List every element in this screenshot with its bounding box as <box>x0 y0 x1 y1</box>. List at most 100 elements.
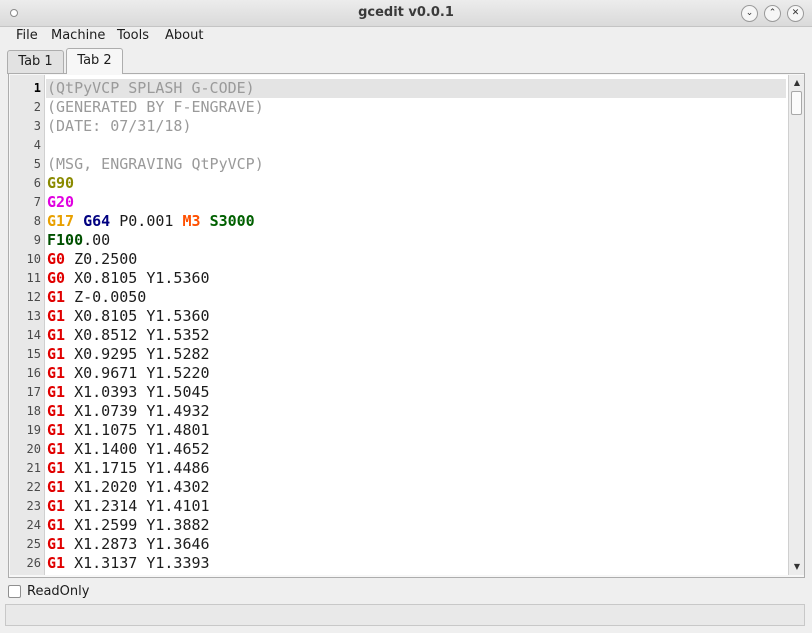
line-number: 6 <box>33 176 41 190</box>
code-token: .00 <box>83 231 111 249</box>
code-line[interactable]: G90 <box>47 174 74 193</box>
code-token: P0.001 <box>110 212 183 230</box>
code-line[interactable]: G1 X0.9671 Y1.5220 <box>47 364 210 383</box>
code-token: F100 <box>47 231 84 249</box>
line-number: 10 <box>26 252 41 266</box>
line-number: 3 <box>33 119 41 133</box>
code-token: G1 <box>47 535 66 553</box>
code-line[interactable]: G1 X1.1075 Y1.4801 <box>47 421 210 440</box>
vertical-scrollbar[interactable]: ▲ ▼ <box>788 75 804 575</box>
code-token: G1 <box>47 345 66 363</box>
code-token: X1.2599 Y1.3882 <box>65 516 210 534</box>
readonly-label: ReadOnly <box>27 584 90 599</box>
code-line[interactable]: (DATE: 07/31/18) <box>47 117 192 136</box>
code-token: X1.1075 Y1.4801 <box>65 421 210 439</box>
menu-tools[interactable]: Tools <box>117 28 149 43</box>
code-line[interactable]: G1 X1.2314 Y1.4101 <box>47 497 210 516</box>
line-number: 15 <box>26 347 41 361</box>
code-line[interactable]: G1 X1.0393 Y1.5045 <box>47 383 210 402</box>
code-line[interactable]: G1 X1.2873 Y1.3646 <box>47 535 210 554</box>
code-line[interactable]: G0 X0.8105 Y1.5360 <box>47 269 210 288</box>
arrow-down-icon[interactable]: ▼ <box>792 561 802 573</box>
code-line[interactable]: G0 Z0.2500 <box>47 250 137 269</box>
line-number: 12 <box>26 290 41 304</box>
code-token: G17 <box>47 212 75 230</box>
code-line[interactable]: G1 X0.8512 Y1.5352 <box>47 326 210 345</box>
tab-1[interactable]: Tab 1 <box>7 50 64 74</box>
code-line[interactable]: (GENERATED BY F-ENGRAVE) <box>47 98 264 117</box>
code-line[interactable]: G1 Z-0.0050 <box>47 288 146 307</box>
line-number: 22 <box>26 480 41 494</box>
code-token: Z0.2500 <box>65 250 138 268</box>
code-line[interactable]: G1 X1.1400 Y1.4652 <box>47 440 210 459</box>
title-bar: gcedit v0.0.1 ⌄ ⌃ ✕ <box>0 0 812 27</box>
arrow-up-icon[interactable]: ▲ <box>792 77 802 89</box>
line-number: 20 <box>26 442 41 456</box>
code-token: G1 <box>47 554 66 572</box>
code-token: G0 <box>47 250 66 268</box>
code-token: G1 <box>47 288 66 306</box>
code-token: X0.9671 Y1.5220 <box>65 364 210 382</box>
menu-file[interactable]: File <box>16 28 38 43</box>
code-token: (QtPyVCP SPLASH G-CODE) <box>47 79 255 97</box>
code-token: X0.8105 Y1.5360 <box>65 307 210 325</box>
code-line[interactable]: F100.00 <box>47 231 110 250</box>
close-icon[interactable]: ✕ <box>787 5 804 22</box>
code-line[interactable]: G1 X1.3137 Y1.3393 <box>47 554 210 573</box>
gcode-editor[interactable]: (QtPyVCP SPLASH G-CODE) (GENERATED BY F-E… <box>45 75 788 575</box>
line-number: 2 <box>33 100 41 114</box>
menu-bar: File Machine Tools About <box>0 27 812 47</box>
code-token: (DATE: 07/31/18) <box>47 117 192 135</box>
line-number: 16 <box>26 366 41 380</box>
tab-2[interactable]: Tab 2 <box>66 48 123 74</box>
code-line[interactable]: G20 <box>47 193 74 212</box>
code-token: X1.1715 Y1.4486 <box>65 459 210 477</box>
maximize-icon[interactable]: ⌃ <box>764 5 781 22</box>
code-token: X1.2020 Y1.4302 <box>65 478 210 496</box>
code-token: G0 <box>47 269 66 287</box>
code-token: X0.8105 Y1.5360 <box>65 269 210 287</box>
line-number: 25 <box>26 537 41 551</box>
code-token: X1.2314 Y1.4101 <box>65 497 210 515</box>
code-token: S3000 <box>209 212 255 230</box>
code-line[interactable]: G1 X1.1715 Y1.4486 <box>47 459 210 478</box>
code-token: X1.3137 Y1.3393 <box>65 554 210 572</box>
code-token: G1 <box>47 402 66 420</box>
code-token: G20 <box>47 193 75 211</box>
line-number: 13 <box>26 309 41 323</box>
code-line[interactable]: G1 X0.8105 Y1.5360 <box>47 307 210 326</box>
code-token: G64 <box>83 212 111 230</box>
menu-about[interactable]: About <box>165 28 203 43</box>
code-line[interactable]: G1 X0.9295 Y1.5282 <box>47 345 210 364</box>
line-number: 18 <box>26 404 41 418</box>
readonly-checkbox[interactable] <box>8 585 21 598</box>
code-token: G1 <box>47 516 66 534</box>
code-token: X1.0739 Y1.4932 <box>65 402 210 420</box>
line-number: 1 <box>33 81 41 95</box>
code-line[interactable]: G1 X1.0739 Y1.4932 <box>47 402 210 421</box>
code-token: G1 <box>47 459 66 477</box>
scrollbar-thumb[interactable] <box>791 91 802 115</box>
code-line[interactable]: (QtPyVCP SPLASH G-CODE) <box>47 79 255 98</box>
code-line[interactable]: G17 G64 P0.001 M3 S3000 <box>47 212 255 231</box>
menu-machine[interactable]: Machine <box>51 28 105 43</box>
line-number: 9 <box>33 233 41 247</box>
line-number: 21 <box>26 461 41 475</box>
code-token: X1.2873 Y1.3646 <box>65 535 210 553</box>
status-bar <box>5 604 805 626</box>
code-line[interactable]: G1 X1.2599 Y1.3882 <box>47 516 210 535</box>
code-token: (MSG, ENGRAVING QtPyVCP) <box>47 155 264 173</box>
line-number: 7 <box>33 195 41 209</box>
line-number: 11 <box>26 271 41 285</box>
line-number: 8 <box>33 214 41 228</box>
code-token: X0.8512 Y1.5352 <box>65 326 210 344</box>
minimize-icon[interactable]: ⌄ <box>741 5 758 22</box>
code-line[interactable]: (MSG, ENGRAVING QtPyVCP) <box>47 155 264 174</box>
line-number: 4 <box>33 138 41 152</box>
code-line[interactable]: G1 X1.2020 Y1.4302 <box>47 478 210 497</box>
code-token: G1 <box>47 383 66 401</box>
window-title: gcedit v0.0.1 <box>358 5 454 20</box>
code-token: G1 <box>47 326 66 344</box>
